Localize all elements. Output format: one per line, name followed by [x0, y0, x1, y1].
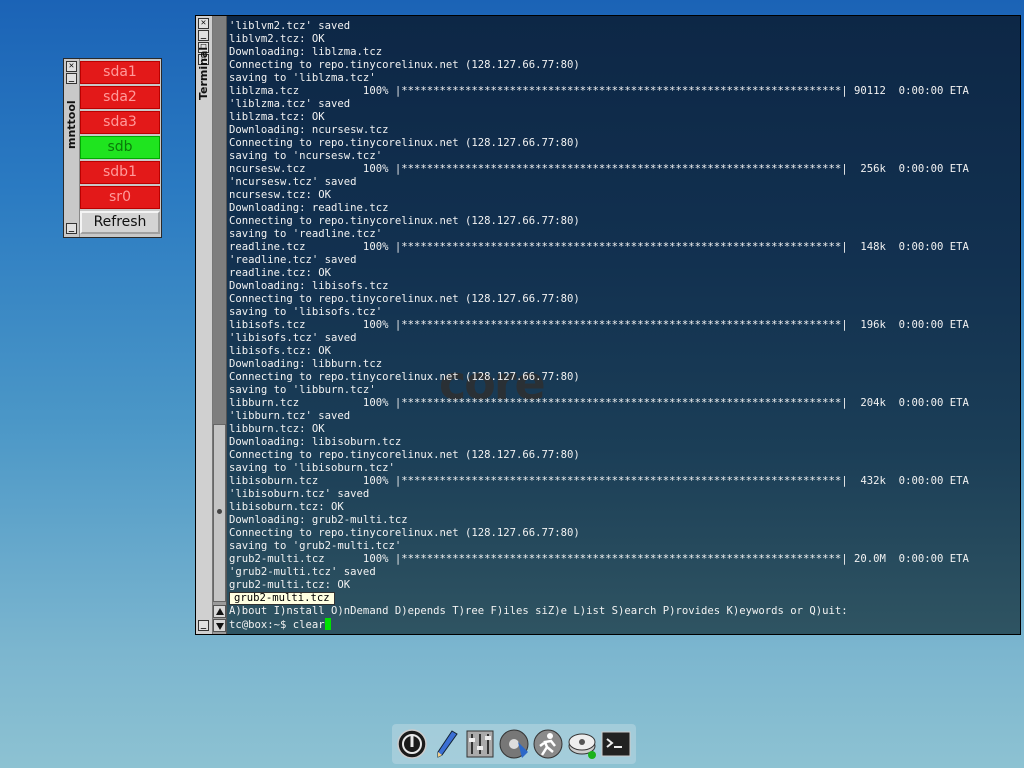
terminal-line: saving to 'grub2-multi.tcz'	[229, 540, 402, 552]
minimize-icon[interactable]: _	[66, 73, 77, 84]
terminal-titlebar[interactable]: ✕ _ □ ▫ Terminal _	[196, 16, 213, 634]
prompt-line[interactable]: tc@box:~$ clear	[229, 618, 331, 632]
scrollbar-thumb[interactable]	[213, 424, 226, 602]
terminal-line: Connecting to repo.tinycorelinux.net (12…	[229, 293, 580, 305]
terminal-line: libburn.tcz: OK	[229, 423, 325, 435]
terminal-line: 'grub2-multi.tcz' saved	[229, 566, 376, 578]
terminal-line: Connecting to repo.tinycorelinux.net (12…	[229, 137, 580, 149]
shell-prompt: tc@box:~$	[229, 619, 293, 631]
terminal-line: libisoburn.tcz 100% |*******************…	[229, 475, 969, 487]
text-cursor	[324, 618, 331, 630]
terminal-line: 'libburn.tcz' saved	[229, 410, 351, 422]
scroll-down-icon[interactable]	[213, 619, 226, 632]
close-icon[interactable]: ✕	[198, 18, 209, 29]
terminal-line: saving to 'libisofs.tcz'	[229, 306, 383, 318]
mnttool-title: mnttool	[65, 100, 78, 149]
power-icon[interactable]	[396, 728, 428, 760]
terminal-line: libisoburn.tcz: OK	[229, 501, 344, 513]
terminal-line: saving to 'liblzma.tcz'	[229, 72, 376, 84]
terminal-line: 'ncursesw.tcz' saved	[229, 176, 357, 188]
mount-tool-icon[interactable]	[566, 728, 598, 760]
terminal-screen[interactable]: core 'liblvm2.tcz' saved liblvm2.tcz: OK D…	[227, 16, 1020, 634]
terminal-line: Connecting to repo.tinycorelinux.net (12…	[229, 371, 580, 383]
terminal-line: ncursesw.tcz: OK	[229, 189, 332, 201]
terminal-line: readline.tcz 100% |*********************…	[229, 241, 969, 253]
terminal-line: liblzma.tcz: OK	[229, 111, 325, 123]
terminal-line: Downloading: libburn.tcz	[229, 358, 383, 370]
terminal-line: libisofs.tcz: OK	[229, 345, 332, 357]
terminal-line: 'readline.tcz' saved	[229, 254, 357, 266]
terminal-line: liblvm2.tcz: OK	[229, 33, 325, 45]
terminal-line: saving to 'readline.tcz'	[229, 228, 383, 240]
terminal-line: Connecting to repo.tinycorelinux.net (12…	[229, 527, 580, 539]
dock	[392, 724, 636, 764]
terminal-line: libburn.tcz 100% |**********************…	[229, 397, 969, 409]
terminal-line: saving to 'libburn.tcz'	[229, 384, 376, 396]
terminal-line: saving to 'libisoburn.tcz'	[229, 462, 395, 474]
run-icon[interactable]	[532, 728, 564, 760]
terminal-line: 'libisoburn.tcz' saved	[229, 488, 370, 500]
mount-button-sdb1[interactable]: sdb1	[80, 161, 160, 184]
mnttool-window: ✕ _ mnttool _ sda1 sda2 sda3 sdb sdb1 sr…	[63, 58, 162, 238]
shade-icon[interactable]: _	[66, 223, 77, 234]
mount-button-sda1[interactable]: sda1	[80, 61, 160, 84]
tce-menu-line: A)bout I)nstall O)nDemand D)epends T)ree…	[229, 605, 848, 617]
terminal-line: Downloading: grub2-multi.tcz	[229, 514, 408, 526]
terminal-line: 'liblzma.tcz' saved	[229, 98, 351, 110]
terminal-window: ✕ _ □ ▫ Terminal _ core 'liblvm2.tcz' sa…	[195, 15, 1021, 635]
scrollbar-track[interactable]	[213, 16, 226, 424]
terminal-line: Downloading: liblzma.tcz	[229, 46, 383, 58]
terminal-line: 'liblvm2.tcz' saved	[229, 20, 351, 32]
terminal-line: readline.tcz: OK	[229, 267, 332, 279]
scrollbar-grip-icon	[217, 509, 222, 514]
mount-button-sdb[interactable]: sdb	[80, 136, 160, 159]
terminal-line: grub2-multi.tcz 100% |******************…	[229, 553, 969, 565]
terminal-line: Connecting to repo.tinycorelinux.net (12…	[229, 215, 580, 227]
terminal-line: Downloading: libisofs.tcz	[229, 280, 389, 292]
mount-button-sda2[interactable]: sda2	[80, 86, 160, 109]
apps-install-icon[interactable]	[498, 728, 530, 760]
terminal-line: libisofs.tcz 100% |*********************…	[229, 319, 969, 331]
terminal-output: 'liblvm2.tcz' saved liblvm2.tcz: OK Downlo…	[229, 20, 969, 592]
terminal-line: grub2-multi.tcz: OK	[229, 579, 351, 591]
mount-button-sr0[interactable]: sr0	[80, 186, 160, 209]
terminal-line: 'libisofs.tcz' saved	[229, 332, 357, 344]
terminal-line: Downloading: ncursesw.tcz	[229, 124, 389, 136]
terminal-scrollbar[interactable]	[213, 16, 227, 634]
refresh-button[interactable]: Refresh	[80, 211, 160, 234]
shade-icon[interactable]: _	[198, 620, 209, 631]
terminal-title: Terminal	[197, 46, 210, 100]
terminal-line: Connecting to repo.tinycorelinux.net (12…	[229, 449, 580, 461]
terminal-line: Downloading: libisoburn.tcz	[229, 436, 402, 448]
editor-pen-icon[interactable]	[430, 728, 462, 760]
minimize-icon[interactable]: _	[198, 30, 209, 41]
close-icon[interactable]: ✕	[66, 61, 77, 72]
tooltip: grub2-multi.tcz	[229, 592, 335, 605]
terminal-line: Connecting to repo.tinycorelinux.net (12…	[229, 59, 580, 71]
terminal-line: liblzma.tcz 100% |**********************…	[229, 85, 969, 97]
command-input[interactable]: clear	[293, 619, 325, 631]
terminal-icon[interactable]	[600, 728, 632, 760]
scroll-up-icon[interactable]	[213, 605, 226, 618]
terminal-line: ncursesw.tcz 100% |*********************…	[229, 163, 969, 175]
mount-button-sda3[interactable]: sda3	[80, 111, 160, 134]
mnttool-titlebar[interactable]: ✕ _ mnttool _	[64, 59, 80, 237]
control-panel-icon[interactable]	[464, 728, 496, 760]
terminal-line: saving to 'ncursesw.tcz'	[229, 150, 383, 162]
terminal-line: Downloading: readline.tcz	[229, 202, 389, 214]
